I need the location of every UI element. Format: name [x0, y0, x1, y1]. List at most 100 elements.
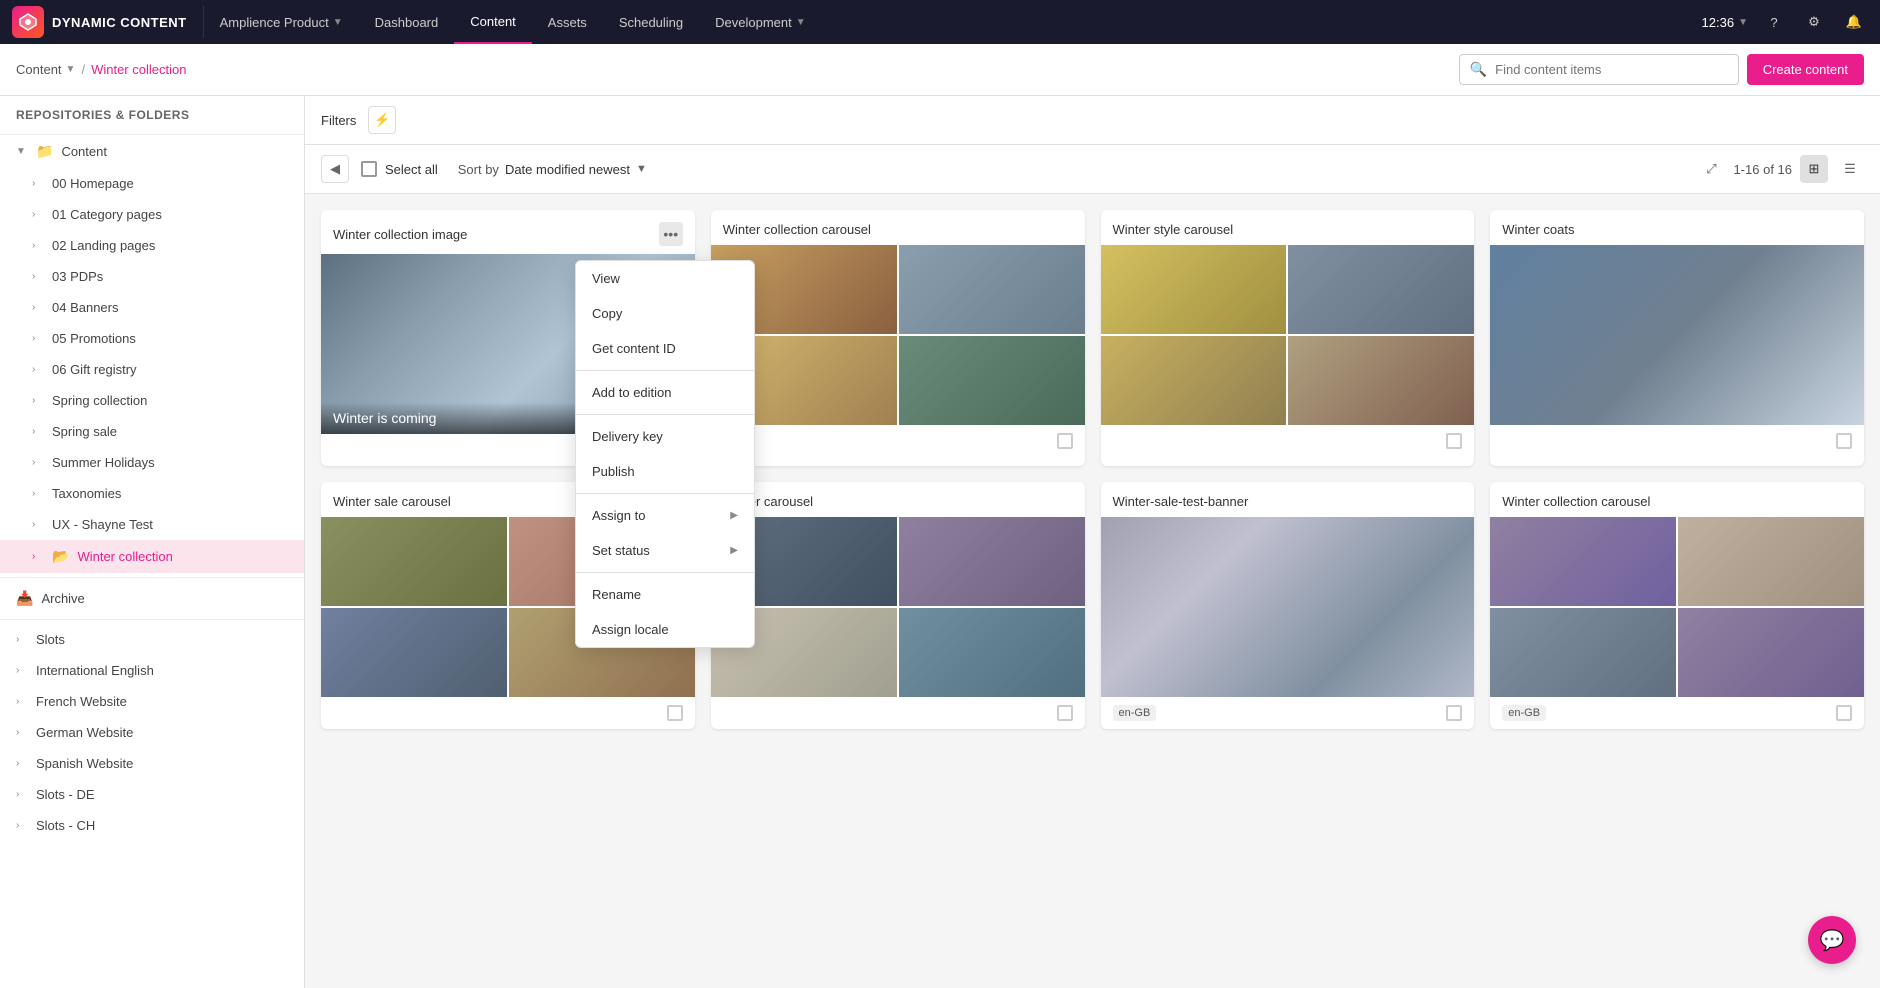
chevron-down-icon: ▼ — [1738, 17, 1748, 28]
card-checkbox[interactable] — [1446, 705, 1462, 721]
breadcrumb-actions: 🔍 Create content — [1459, 54, 1864, 85]
sidebar-label: UX - Shayne Test — [52, 517, 288, 532]
search-input[interactable] — [1495, 62, 1728, 77]
card-checkbox[interactable] — [667, 705, 683, 721]
sidebar-label: 03 PDPs — [52, 269, 288, 284]
sidebar-item-slots-ch[interactable]: › Slots - CH — [0, 810, 304, 841]
card-winter-carousel[interactable]: Winter carousel — [711, 482, 1085, 729]
nav-assets[interactable]: Assets — [532, 0, 603, 44]
menu-item-add-to-edition[interactable]: Add to edition — [576, 375, 754, 410]
sidebar-item-gift[interactable]: › 06 Gift registry — [0, 354, 304, 385]
nav-scheduling[interactable]: Scheduling — [603, 0, 699, 44]
list-view-button[interactable]: ☰ — [1836, 155, 1864, 183]
menu-item-view[interactable]: View — [576, 261, 754, 296]
card-checkbox[interactable] — [1836, 433, 1852, 449]
sidebar-item-category[interactable]: › 01 Category pages — [0, 199, 304, 230]
filters-bar: Filters ⚡ — [305, 96, 1880, 145]
sidebar-item-intl-english[interactable]: › International English — [0, 655, 304, 686]
grid-view-button[interactable]: ⊞ — [1800, 155, 1828, 183]
chevron-right-icon: › — [32, 551, 44, 562]
menu-item-delivery-key[interactable]: Delivery key — [576, 419, 754, 454]
card-footer — [1490, 425, 1864, 457]
sidebar-item-ux-shayne[interactable]: › UX - Shayne Test — [0, 509, 304, 540]
card-checkbox[interactable] — [1836, 705, 1852, 721]
chevron-right-icon: › — [32, 395, 44, 406]
help-icon[interactable]: ? — [1760, 8, 1788, 36]
nav-right: 12:36 ▼ ? ⚙ 🔔 — [1702, 8, 1868, 36]
create-content-button[interactable]: Create content — [1747, 54, 1864, 85]
menu-item-rename[interactable]: Rename — [576, 577, 754, 612]
card-winter-collection-carousel-2[interactable]: Winter collection carousel en-GB — [1490, 482, 1864, 729]
select-all-checkbox[interactable] — [361, 161, 377, 177]
card-header: Winter collection image ••• — [321, 210, 695, 254]
collapse-sidebar-button[interactable]: ◀ — [321, 155, 349, 183]
search-icon: 🔍 — [1470, 61, 1487, 78]
sidebar-item-archive[interactable]: 📥 Archive — [0, 582, 304, 615]
sidebar-item-spanish[interactable]: › Spanish Website — [0, 748, 304, 779]
menu-item-publish[interactable]: Publish — [576, 454, 754, 489]
breadcrumb-content-link[interactable]: Content ▼ — [16, 62, 75, 77]
sidebar-item-german[interactable]: › German Website — [0, 717, 304, 748]
sidebar-item-content[interactable]: ▼ 📁 Content — [0, 135, 304, 168]
sidebar-item-winter[interactable]: › 📂 Winter collection — [0, 540, 304, 573]
card-menu-button[interactable]: ••• — [659, 222, 683, 246]
card-winter-collection-carousel-1[interactable]: Winter collection carousel — [711, 210, 1085, 466]
sidebar-item-landing[interactable]: › 02 Landing pages — [0, 230, 304, 261]
sidebar-item-slots-de[interactable]: › Slots - DE — [0, 779, 304, 810]
sidebar-item-spring-sale[interactable]: › Spring sale — [0, 416, 304, 447]
menu-divider — [576, 493, 754, 494]
sidebar-label: German Website — [36, 725, 288, 740]
settings-icon[interactable]: ⚙ — [1800, 8, 1828, 36]
chevron-right-icon: › — [32, 271, 44, 282]
sidebar-item-banners[interactable]: › 04 Banners — [0, 292, 304, 323]
filter-options-button[interactable]: ⚡ — [368, 106, 396, 134]
nav-dashboard[interactable]: Dashboard — [359, 0, 455, 44]
menu-item-get-content-id[interactable]: Get content ID — [576, 331, 754, 366]
sidebar-label: Winter collection — [77, 549, 288, 564]
sidebar-item-taxonomies[interactable]: › Taxonomies — [0, 478, 304, 509]
sidebar-label: Slots — [36, 632, 288, 647]
card-winter-coats[interactable]: Winter coats — [1490, 210, 1864, 466]
card-footer — [711, 425, 1085, 457]
sidebar-label: 04 Banners — [52, 300, 288, 315]
card-checkbox[interactable] — [1057, 705, 1073, 721]
sidebar-item-promotions[interactable]: › 05 Promotions — [0, 323, 304, 354]
sidebar-item-pdps[interactable]: › 03 PDPs — [0, 261, 304, 292]
sidebar-label: Slots - DE — [36, 787, 288, 802]
app-logo[interactable] — [12, 6, 44, 38]
menu-item-set-status[interactable]: Set status — [576, 533, 754, 568]
sidebar-item-summer[interactable]: › Summer Holidays — [0, 447, 304, 478]
sidebar-item-slots[interactable]: › Slots — [0, 624, 304, 655]
content-grid: Winter collection image ••• Winter is co… — [321, 210, 1864, 729]
sidebar-label: Spring collection — [52, 393, 288, 408]
chevron-down-icon: ▼ — [796, 17, 806, 28]
menu-item-assign-to[interactable]: Assign to — [576, 498, 754, 533]
menu-divider — [576, 414, 754, 415]
sidebar-label: Archive — [41, 591, 288, 606]
card-winter-sale-test-banner[interactable]: Winter-sale-test-banner en-GB — [1101, 482, 1475, 729]
chevron-right-icon: › — [32, 364, 44, 375]
chevron-right-icon: › — [32, 240, 44, 251]
select-all-label: Select all — [385, 162, 438, 177]
sort-area[interactable]: Sort by Date modified newest ▼ — [458, 162, 647, 177]
menu-item-copy[interactable]: Copy — [576, 296, 754, 331]
card-checkbox[interactable] — [1446, 433, 1462, 449]
nav-development[interactable]: Development ▼ — [699, 0, 822, 44]
card-title: Winter coats — [1502, 222, 1574, 237]
select-all-area[interactable]: Select all — [361, 161, 438, 177]
sidebar-item-homepage[interactable]: › 00 Homepage — [0, 168, 304, 199]
notifications-icon[interactable]: 🔔 — [1840, 8, 1868, 36]
sidebar-item-french[interactable]: › French Website — [0, 686, 304, 717]
search-box[interactable]: 🔍 — [1459, 54, 1739, 85]
nav-amplience[interactable]: Amplience Product ▼ — [204, 0, 359, 44]
nav-content[interactable]: Content — [454, 0, 532, 44]
chevron-right-icon: › — [16, 634, 28, 645]
sidebar-item-spring-collection[interactable]: › Spring collection — [0, 385, 304, 416]
menu-item-assign-locale[interactable]: Assign locale — [576, 612, 754, 647]
card-checkbox[interactable] — [1057, 433, 1073, 449]
support-chat-button[interactable]: 💬 — [1808, 916, 1856, 964]
folder-icon: 📁 — [36, 143, 53, 160]
nav-items: Amplience Product ▼ Dashboard Content As… — [204, 0, 1702, 44]
card-winter-style-carousel[interactable]: Winter style carousel — [1101, 210, 1475, 466]
expand-button[interactable]: ⤢ — [1697, 155, 1725, 183]
